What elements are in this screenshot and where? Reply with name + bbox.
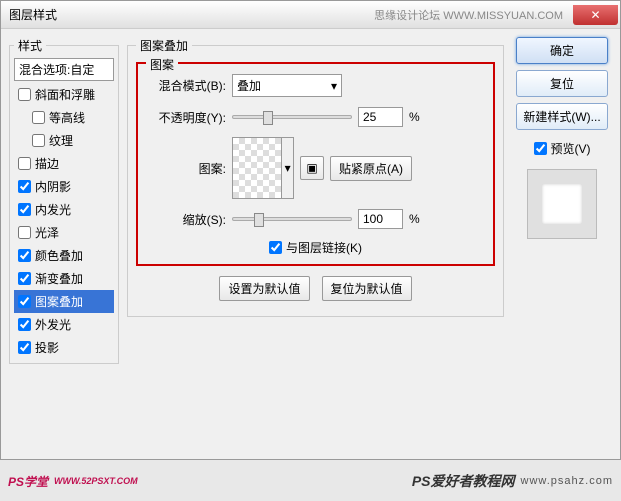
opacity-slider[interactable] bbox=[232, 115, 352, 119]
style-checkbox[interactable] bbox=[18, 157, 31, 170]
style-checkbox[interactable] bbox=[18, 203, 31, 216]
dialog-window: 图层样式 思缘设计论坛 WWW.MISSYUAN.COM ✕ 样式 混合选项:自… bbox=[0, 0, 621, 460]
close-icon: ✕ bbox=[590, 8, 600, 22]
window-title: 图层样式 bbox=[9, 6, 57, 23]
action-panel: 确定 复位 新建样式(W)... 预览(V) bbox=[512, 37, 612, 451]
style-item-8[interactable]: 渐变叠加 bbox=[14, 267, 114, 290]
style-item-10[interactable]: 外发光 bbox=[14, 313, 114, 336]
preview-checkbox[interactable] bbox=[534, 142, 547, 155]
styles-panel: 样式 混合选项:自定斜面和浮雕等高线纹理描边内阴影内发光光泽颜色叠加渐变叠加图案… bbox=[9, 37, 119, 451]
reset-default-button[interactable]: 复位为默认值 bbox=[322, 276, 412, 301]
style-label: 投影 bbox=[35, 339, 59, 356]
style-checkbox[interactable] bbox=[18, 341, 31, 354]
styles-legend: 样式 bbox=[14, 37, 46, 54]
style-checkbox[interactable] bbox=[18, 295, 31, 308]
link-layer-label: 与图层链接(K) bbox=[286, 239, 362, 256]
ok-button[interactable]: 确定 bbox=[516, 37, 608, 64]
link-layer-checkbox[interactable] bbox=[269, 241, 282, 254]
style-item-1[interactable]: 等高线 bbox=[14, 106, 114, 129]
style-item-0[interactable]: 斜面和浮雕 bbox=[14, 83, 114, 106]
preview-label: 预览(V) bbox=[551, 140, 591, 157]
style-checkbox[interactable] bbox=[18, 226, 31, 239]
footer-right-url: www.psahz.com bbox=[521, 475, 613, 487]
watermark-text: 思缘设计论坛 WWW.MISSYUAN.COM bbox=[374, 7, 563, 23]
close-button[interactable]: ✕ bbox=[573, 5, 618, 25]
preview-inner bbox=[542, 184, 582, 224]
style-label: 颜色叠加 bbox=[35, 247, 83, 264]
style-checkbox[interactable] bbox=[18, 318, 31, 331]
style-item-5[interactable]: 内发光 bbox=[14, 198, 114, 221]
chevron-down-icon: ▾ bbox=[331, 79, 337, 93]
footer-left-name: PS学堂 bbox=[8, 473, 48, 490]
style-label: 图案叠加 bbox=[35, 293, 83, 310]
style-checkbox[interactable] bbox=[32, 111, 45, 124]
style-label: 内发光 bbox=[35, 201, 71, 218]
style-label: 纹理 bbox=[49, 132, 73, 149]
footer-left-url: WWW.52PSXT.COM bbox=[54, 476, 138, 486]
titlebar: 图层样式 思缘设计论坛 WWW.MISSYUAN.COM ✕ bbox=[1, 1, 620, 29]
style-label: 斜面和浮雕 bbox=[35, 86, 95, 103]
style-checkbox[interactable] bbox=[32, 134, 45, 147]
style-label: 等高线 bbox=[49, 109, 85, 126]
opacity-unit: % bbox=[409, 110, 420, 124]
new-style-button[interactable]: 新建样式(W)... bbox=[516, 103, 608, 130]
blend-mode-label: 混合模式(B): bbox=[146, 77, 226, 94]
opacity-label: 不透明度(Y): bbox=[146, 109, 226, 126]
scale-slider[interactable] bbox=[232, 217, 352, 221]
style-item-9[interactable]: 图案叠加 bbox=[14, 290, 114, 313]
options-panel: 图案叠加 图案 混合模式(B): 叠加 ▾ 不透明度(Y): 25 bbox=[127, 37, 504, 451]
pattern-picker[interactable]: ▾ bbox=[232, 137, 294, 199]
options-legend: 图案叠加 bbox=[136, 37, 192, 54]
scale-input[interactable]: 100 bbox=[358, 209, 403, 229]
pattern-legend: 图案 bbox=[146, 56, 178, 73]
make-default-button[interactable]: 设置为默认值 bbox=[219, 276, 309, 301]
opacity-input[interactable]: 25 bbox=[358, 107, 403, 127]
style-checkbox[interactable] bbox=[18, 249, 31, 262]
style-label: 光泽 bbox=[35, 224, 59, 241]
style-checkbox[interactable] bbox=[18, 88, 31, 101]
pattern-group: 图案 混合模式(B): 叠加 ▾ 不透明度(Y): 25 % bbox=[136, 62, 495, 266]
style-item-2[interactable]: 纹理 bbox=[14, 129, 114, 152]
style-checkbox[interactable] bbox=[18, 272, 31, 285]
style-label: 描边 bbox=[35, 155, 59, 172]
style-item-3[interactable]: 描边 bbox=[14, 152, 114, 175]
scale-label: 缩放(S): bbox=[146, 211, 226, 228]
pattern-label: 图案: bbox=[146, 160, 226, 177]
reset-button[interactable]: 复位 bbox=[516, 70, 608, 97]
page-icon: ▣ bbox=[306, 161, 317, 175]
footer: PS学堂 WWW.52PSXT.COM PS爱好者教程网 www.psahz.c… bbox=[0, 461, 621, 501]
scale-unit: % bbox=[409, 212, 420, 226]
footer-right-name: PS爱好者教程网 bbox=[412, 471, 515, 491]
style-item-6[interactable]: 光泽 bbox=[14, 221, 114, 244]
style-label: 内阴影 bbox=[35, 178, 71, 195]
style-item-11[interactable]: 投影 bbox=[14, 336, 114, 359]
chevron-down-icon: ▾ bbox=[281, 138, 293, 198]
style-item-7[interactable]: 颜色叠加 bbox=[14, 244, 114, 267]
style-checkbox[interactable] bbox=[18, 180, 31, 193]
blend-mode-select[interactable]: 叠加 ▾ bbox=[232, 74, 342, 97]
snap-origin-button[interactable]: 贴紧原点(A) bbox=[330, 156, 412, 181]
style-label: 外发光 bbox=[35, 316, 71, 333]
checker-icon bbox=[233, 138, 281, 198]
new-preset-button[interactable]: ▣ bbox=[300, 156, 324, 180]
style-item-4[interactable]: 内阴影 bbox=[14, 175, 114, 198]
style-label: 渐变叠加 bbox=[35, 270, 83, 287]
blend-options-header[interactable]: 混合选项:自定 bbox=[14, 58, 114, 81]
preview-thumbnail bbox=[527, 169, 597, 239]
